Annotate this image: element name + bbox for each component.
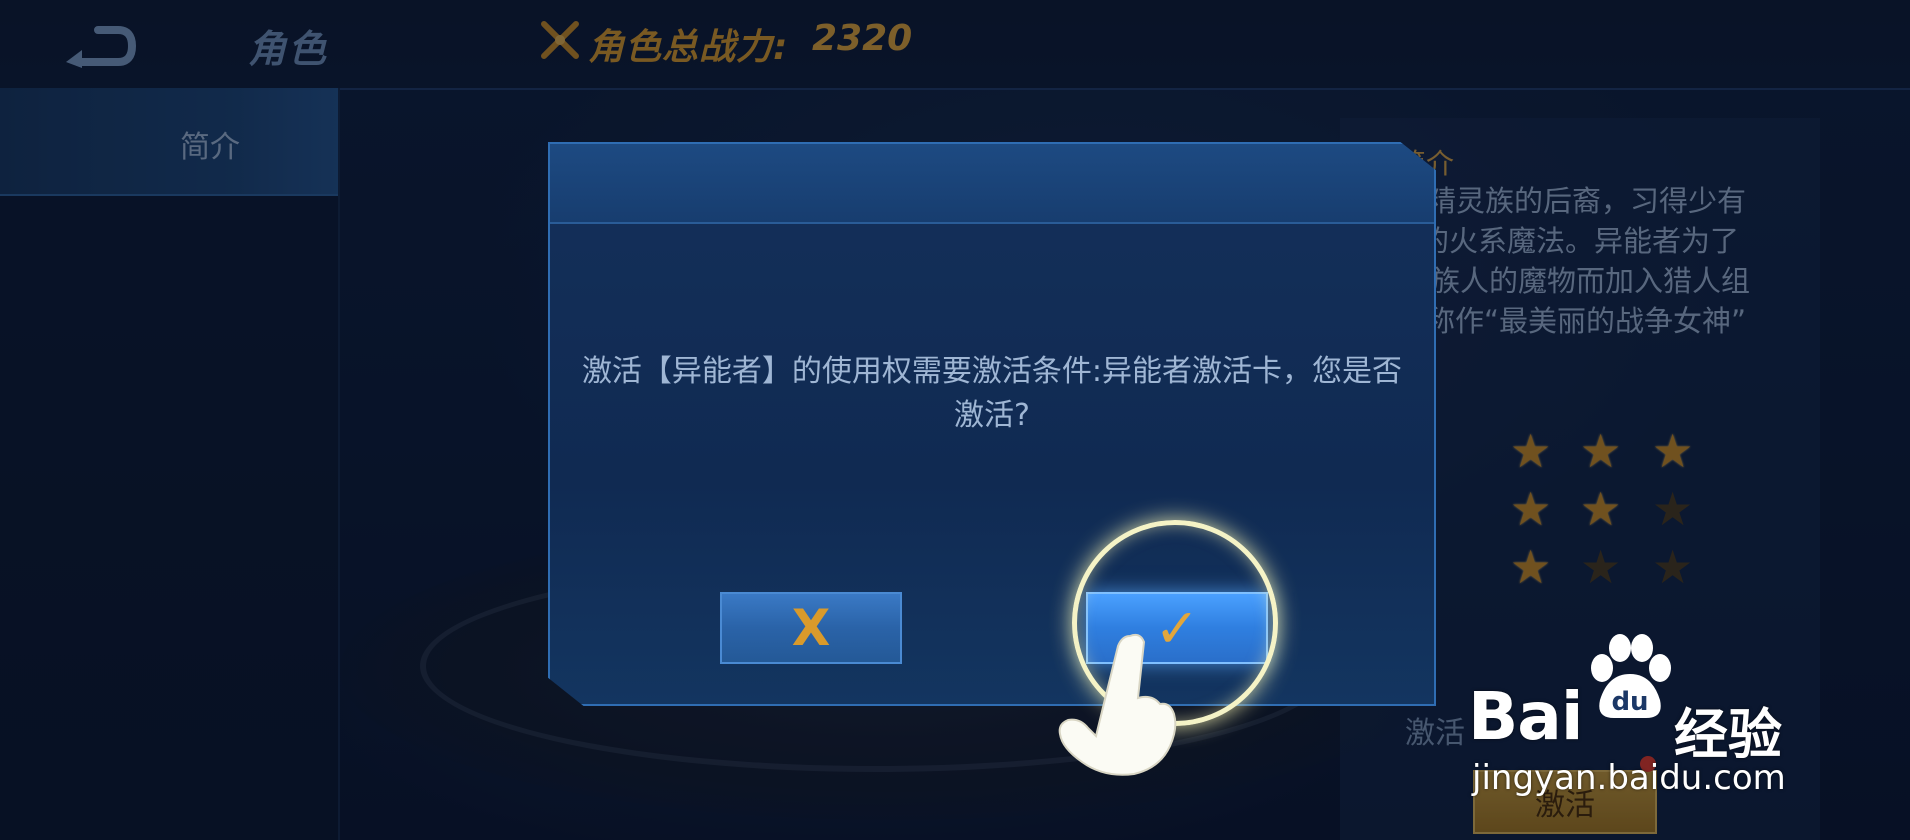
baidu-jingyan-watermark: du Bai 经验 jingyan.baidu.com — [1460, 632, 1800, 812]
pointing-hand-icon — [1058, 633, 1177, 776]
cancel-button[interactable]: X — [720, 592, 902, 664]
paw-logo-icon: du — [1591, 634, 1671, 718]
cancel-button-label: X — [791, 599, 831, 657]
activate-confirm-dialog: 激活【异能者】的使用权需要激活条件:异能者激活卡，您是否激活? X ✓ — [548, 142, 1436, 706]
paw-text: du — [1611, 687, 1648, 717]
watermark-url: jingyan.baidu.com — [1472, 758, 1786, 798]
dialog-message: 激活【异能者】的使用权需要激活条件:异能者激活卡，您是否激活? — [581, 354, 1403, 433]
watermark-brand: Bai — [1468, 678, 1583, 755]
dialog-header — [550, 144, 1434, 224]
